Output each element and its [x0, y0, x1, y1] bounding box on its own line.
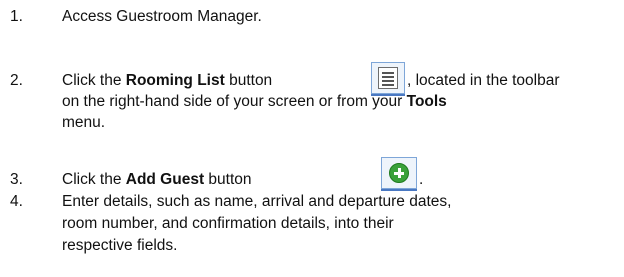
step-text: . — [419, 171, 424, 188]
step-text: , located in the toolbar — [407, 72, 560, 89]
step-text: Access Guestroom Manager. — [62, 8, 262, 25]
tools-menu-label: Tools — [406, 93, 447, 110]
step-number: 1. — [10, 8, 23, 25]
step-text: on the right-hand side of your screen or… — [62, 93, 447, 110]
step-number: 4. — [10, 193, 23, 210]
add-guest-label: Add Guest — [125, 171, 205, 188]
step-text: room number, and confirmation details, i… — [62, 215, 394, 232]
step-text: Enter details, such as name, arrival and… — [62, 193, 452, 210]
step-text: menu. — [62, 114, 106, 131]
add-guest-icon — [389, 163, 409, 183]
rooming-list-label: Rooming List — [125, 72, 225, 89]
rooming-list-icon — [378, 67, 398, 89]
step-number: 3. — [10, 171, 23, 188]
add-guest-button[interactable] — [381, 157, 417, 191]
step-text: Click the Rooming List button — [62, 72, 273, 89]
step-text: Click the Add Guest button — [62, 171, 252, 188]
rooming-list-button[interactable] — [371, 62, 405, 96]
step-number: 2. — [10, 72, 23, 89]
step-text: respective fields. — [62, 237, 178, 254]
